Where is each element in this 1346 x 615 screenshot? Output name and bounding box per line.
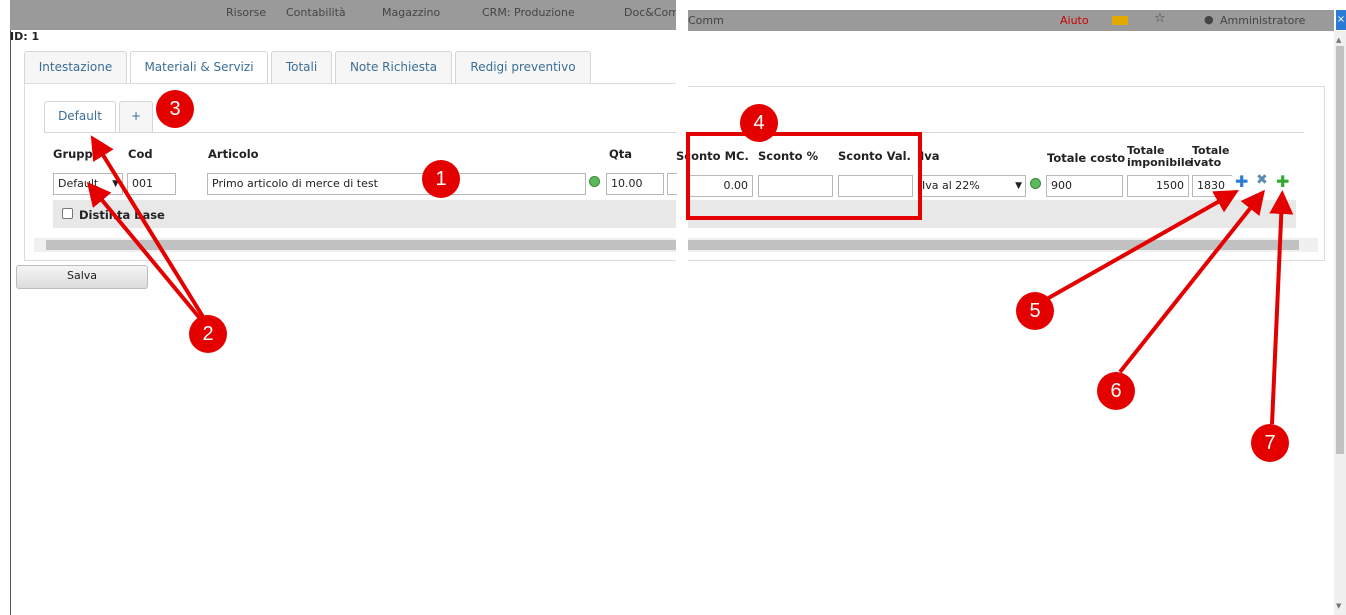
annotation-arrow-2a — [90, 135, 207, 322]
annotation-badge-7: 7 — [1251, 424, 1289, 462]
annotation-arrow-5 — [1044, 190, 1239, 302]
annotation-arrow-6 — [1118, 189, 1265, 374]
annotation-badge-2: 2 — [189, 315, 227, 353]
annotation-arrow-2b — [86, 181, 205, 324]
annotation-badge-6: 6 — [1097, 372, 1135, 410]
annotation-badge-1: 1 — [422, 160, 460, 198]
annotation-box-4 — [686, 132, 922, 220]
annotation-badge-4: 4 — [740, 104, 778, 142]
annotation-badge-5: 5 — [1016, 292, 1054, 330]
annotation-overlay — [86, 132, 1294, 425]
annotation-arrow-7 — [1269, 190, 1294, 425]
annotation-badge-3: 3 — [156, 90, 194, 128]
